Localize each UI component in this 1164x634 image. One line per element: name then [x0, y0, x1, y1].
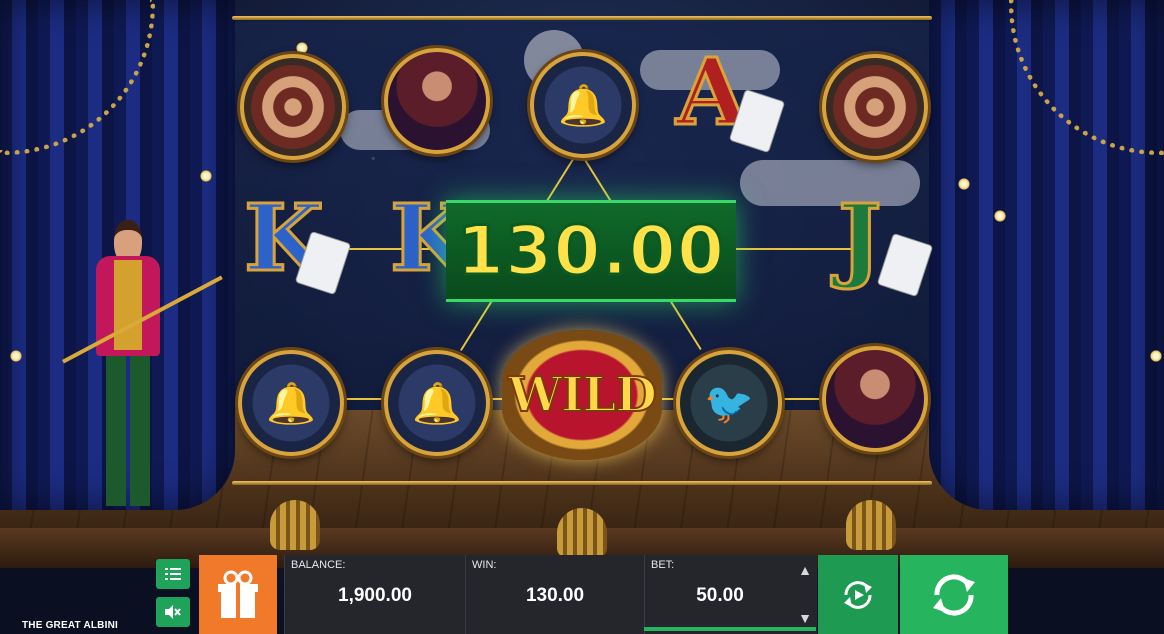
jack-symbol: J	[837, 184, 883, 292]
stage-light-bulb	[296, 42, 308, 54]
sound-toggle-button[interactable]	[156, 597, 190, 627]
game-title: THE GREAT ALBINI	[22, 620, 118, 631]
magic-bells-icon: 🔔	[530, 52, 636, 158]
target-icon	[822, 54, 928, 160]
bet-increase-button[interactable]: ▲	[796, 559, 814, 581]
win-display: WIN: 130.00	[466, 555, 644, 634]
info-panel: BALANCE: 1,900.00 WIN: 130.00 BET: 50.00	[284, 555, 817, 634]
stage-light-bulb	[958, 178, 970, 190]
mute-speaker-icon	[165, 605, 181, 619]
wild-symbol: WILD	[502, 330, 662, 460]
stage-light-bulb	[1150, 350, 1162, 362]
reel-bottom-rail	[232, 481, 932, 485]
ringmaster-character	[88, 220, 168, 510]
balance-value: 1,900.00	[338, 585, 412, 606]
win-value: 130.00	[525, 585, 585, 606]
bet-decrease-button[interactable]: ▼	[796, 607, 814, 629]
stage-pedestal	[846, 500, 896, 550]
bet-display[interactable]: BET: 50.00	[645, 555, 795, 634]
stage-light-bulb	[10, 350, 22, 362]
menu-button[interactable]	[156, 559, 190, 589]
spin-button[interactable]	[900, 555, 1008, 634]
win-amount-banner: 130.00	[446, 200, 736, 302]
win-label: WIN:	[472, 559, 497, 571]
target-icon	[240, 54, 346, 160]
bet-value: 50.00	[696, 585, 744, 606]
balance-label: BALANCE:	[291, 559, 346, 571]
canary-bird-icon: 🐦	[676, 350, 782, 456]
stage-pedestal	[557, 508, 607, 558]
menu-list-icon	[165, 568, 181, 580]
control-bar: BALANCE: 1,900.00 WIN: 130.00 BET: 50.00…	[0, 555, 1164, 634]
gift-bonus-button[interactable]	[199, 555, 277, 634]
cloud	[740, 160, 920, 206]
spin-refresh-icon	[933, 573, 975, 616]
magic-bells-icon: 🔔	[238, 350, 344, 456]
bet-label: BET:	[651, 559, 675, 571]
assistant-lady-icon	[822, 346, 928, 452]
stage-pedestal	[270, 500, 320, 550]
game-stage: 🔔 A K K J 130.00 🔔 🔔 WILD 🐦	[0, 0, 1164, 634]
stage-light-bulb	[200, 170, 212, 182]
autoplay-button[interactable]	[818, 555, 898, 634]
bet-indicator-bar	[644, 627, 816, 631]
balance-display: BALANCE: 1,900.00	[285, 555, 465, 634]
magic-bells-icon: 🔔	[384, 350, 490, 456]
assistant-lady-icon	[384, 48, 490, 154]
chevron-up-icon: ▲	[798, 562, 812, 578]
chevron-down-icon: ▼	[798, 610, 812, 626]
autoplay-icon	[844, 580, 872, 609]
wild-symbol-label: WILD	[507, 366, 658, 424]
gift-box-icon	[218, 570, 258, 618]
stage-light-bulb	[994, 210, 1006, 222]
win-amount-text: 130.00	[455, 210, 726, 292]
reel-top-rail	[232, 16, 932, 20]
